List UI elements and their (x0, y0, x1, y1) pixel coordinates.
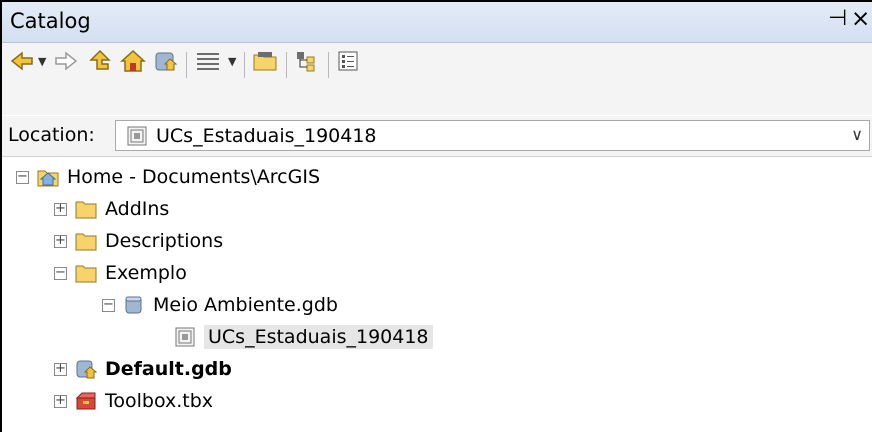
feature-class-icon (126, 125, 148, 151)
tree-item-label: Meio Ambiente.gdb (153, 294, 338, 316)
close-icon[interactable]: × (851, 6, 870, 32)
location-label: Location: (8, 124, 95, 146)
catalog-window: Catalog ⊣ × ▼ ▼ Location: UCs_Estaduais_… (0, 0, 872, 434)
back-icon[interactable] (10, 43, 34, 79)
tree-item-exemplo[interactable]: − Exemplo (54, 257, 187, 289)
default-geodatabase-icon (75, 358, 98, 380)
tree-item-default-gdb[interactable]: + Default.gdb (54, 353, 232, 385)
chevron-down-icon[interactable]: ∨ (851, 125, 863, 144)
folder-icon (75, 198, 97, 220)
expand-icon[interactable]: + (54, 394, 67, 408)
tree-item-ucs-estaduais[interactable]: UCs_Estaduais_190418 (174, 321, 433, 353)
forward-icon[interactable] (54, 43, 78, 79)
pin-icon[interactable]: ⊣ (828, 6, 847, 31)
folder-icon (75, 262, 97, 284)
tree-item-toolbox[interactable]: + Toolbox.tbx (54, 385, 213, 417)
location-combobox[interactable]: UCs_Estaduais_190418 ∨ (115, 120, 870, 151)
tree-item-label: Descriptions (105, 230, 224, 252)
tree-item-label: UCs_Estaduais_190418 (204, 325, 433, 349)
folder-icon (75, 230, 97, 252)
expand-icon[interactable]: + (54, 362, 67, 376)
default-geodatabase-icon[interactable] (154, 43, 180, 79)
tree-item-descriptions[interactable]: + Descriptions (54, 225, 223, 257)
toolbar: ▼ ▼ (2, 43, 872, 115)
tree-item-label: Default.gdb (105, 358, 232, 380)
home-folder-icon (37, 166, 59, 188)
location-bar: Location: UCs_Estaduais_190418 ∨ (2, 116, 872, 157)
collapse-icon[interactable]: − (102, 298, 115, 312)
toolbox-icon (75, 390, 97, 412)
geodatabase-icon (123, 294, 145, 316)
home-icon[interactable] (120, 43, 146, 79)
options-icon[interactable] (336, 43, 360, 79)
window-title: Catalog (10, 9, 91, 33)
up-one-level-icon[interactable] (88, 43, 112, 79)
tree-item-label: Home - Documents\ArcGIS (67, 166, 321, 188)
tree-item-label: Toolbox.tbx (105, 390, 214, 412)
collapse-icon[interactable]: − (16, 170, 29, 184)
tree-item-addins[interactable]: + AddIns (54, 193, 169, 225)
location-value: UCs_Estaduais_190418 (156, 125, 377, 147)
toggle-contents-icon[interactable] (294, 43, 320, 79)
collapse-icon[interactable]: − (54, 266, 67, 280)
view-menu-icon[interactable] (195, 43, 221, 79)
view-dropdown-icon[interactable]: ▼ (228, 55, 236, 68)
back-dropdown-icon[interactable]: ▼ (38, 55, 46, 68)
tree-item-label: Exemplo (105, 262, 187, 284)
feature-class-icon (174, 326, 196, 348)
tree-item-meio-ambiente-gdb[interactable]: − Meio Ambiente.gdb (102, 289, 338, 321)
catalog-tree: − Home - Documents\ArcGIS + AddIns + Des… (2, 157, 872, 434)
title-bar: Catalog ⊣ × (2, 2, 872, 43)
expand-icon[interactable]: + (54, 202, 67, 216)
tree-item-home[interactable]: − Home - Documents\ArcGIS (16, 161, 320, 193)
tree-item-label: AddIns (105, 198, 170, 220)
expand-icon[interactable]: + (54, 234, 67, 248)
connect-folder-icon[interactable] (252, 43, 280, 79)
